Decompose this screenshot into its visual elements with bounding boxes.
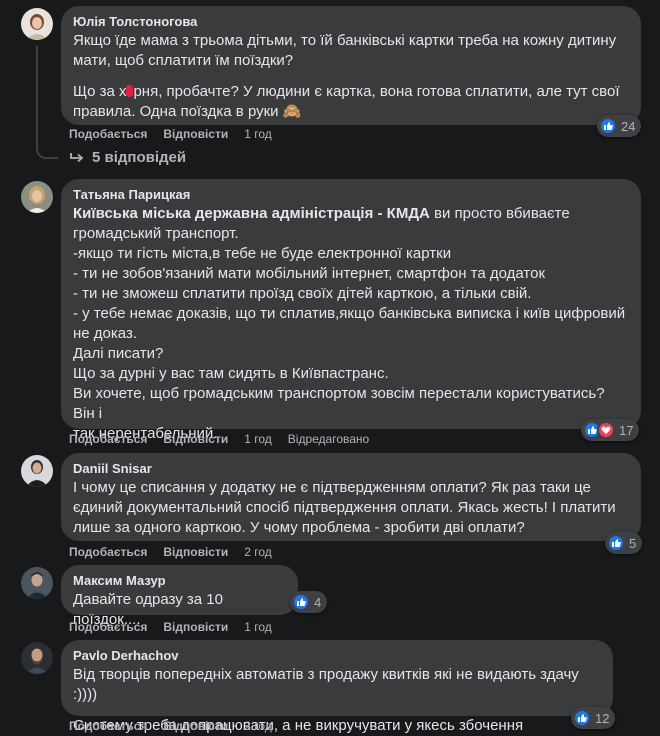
like-button[interactable]: Подобається bbox=[69, 620, 147, 634]
reaction-count[interactable]: 5 bbox=[605, 532, 643, 554]
reaction-number: 4 bbox=[314, 594, 322, 610]
edited-label[interactable]: Відредаговано bbox=[288, 432, 369, 446]
text-line: мати, щоб сплатити їм поїздки? bbox=[73, 52, 294, 69]
view-replies-link[interactable]: 5 відповідей bbox=[70, 149, 186, 166]
comment-bubble: Pavlo Derhachov Від творців попередніх а… bbox=[61, 640, 613, 734]
avatar[interactable] bbox=[21, 455, 53, 487]
reply-button[interactable]: Відповісти bbox=[163, 545, 228, 559]
comment-actions: Подобається Відповісти 1 год Відредаговано bbox=[69, 432, 385, 446]
reaction-count[interactable]: 24 bbox=[597, 115, 642, 137]
reaction-number: 17 bbox=[619, 422, 634, 438]
timestamp[interactable]: 2 год bbox=[244, 545, 272, 559]
reply-button[interactable]: Відповісти bbox=[163, 620, 228, 634]
timestamp[interactable]: 1 год bbox=[244, 620, 272, 634]
text-line: Що за дурні у вас там сидять в Київпастр… bbox=[73, 365, 389, 382]
text-line: Ви хочете, щоб громадським транспортом з… bbox=[73, 385, 605, 422]
text-line: Від творців попередніх автоматів з прода… bbox=[73, 666, 579, 703]
avatar[interactable] bbox=[21, 567, 53, 599]
comment-actions: Подобається Відповісти 1 год bbox=[69, 127, 288, 141]
text-line: - ти не зобов'язаний мати мобільний інте… bbox=[73, 265, 546, 282]
text-line: громадський транспорт. bbox=[73, 225, 239, 242]
like-icon bbox=[573, 709, 591, 727]
text-line: Якщо їде мама з трьома дітьми, то їй бан… bbox=[73, 32, 617, 49]
avatar[interactable] bbox=[21, 181, 53, 213]
reply-arrow-icon bbox=[70, 152, 84, 162]
reaction-count[interactable]: 17 bbox=[581, 419, 640, 441]
like-button[interactable]: Подобається bbox=[69, 545, 147, 559]
text-line: - у тебе немає доказів, що ти сплатив,як… bbox=[73, 305, 626, 322]
replies-label: 5 відповідей bbox=[92, 149, 187, 166]
text-line: - ти не зможеш сплатити проїзд своїх діт… bbox=[73, 285, 532, 302]
comment-author[interactable]: Юлія Толстоногова bbox=[73, 13, 629, 30]
timestamp[interactable]: 1 год bbox=[244, 127, 272, 141]
comment-text: Якщо їде мама з трьома дітьми, то їй бан… bbox=[73, 31, 629, 122]
reaction-number: 5 bbox=[629, 535, 637, 551]
reply-button[interactable]: Відповісти bbox=[163, 127, 228, 141]
text-line: Київська міська державна адміністрація -… bbox=[73, 204, 629, 224]
text-line: єдиний документальний спосіб підтверджен… bbox=[73, 499, 616, 516]
text-line: Далі писати? bbox=[73, 345, 164, 362]
reaction-number: 24 bbox=[621, 118, 636, 134]
comment-actions: Подобається Відповісти 2 год bbox=[69, 545, 288, 559]
timestamp[interactable]: 2 год bbox=[244, 719, 272, 733]
like-icon bbox=[599, 117, 617, 135]
like-button[interactable]: Подобається bbox=[69, 432, 147, 446]
comment-author[interactable]: Максим Мазур bbox=[73, 572, 286, 589]
comment-text: І чому це списання у додатку не є підтве… bbox=[73, 478, 629, 538]
like-icon bbox=[292, 593, 310, 611]
avatar[interactable] bbox=[21, 8, 53, 40]
text-line: не доказ. bbox=[73, 325, 137, 342]
comment-bubble: Юлія Толстоногова Якщо їде мама з трьома… bbox=[61, 6, 641, 125]
text-line: правила. Одна поїздка в руки 🙈 bbox=[73, 103, 302, 120]
reaction-number: 12 bbox=[595, 710, 610, 726]
comment-bubble: Татьяна Парицкая Київська міська державн… bbox=[61, 179, 641, 442]
timestamp[interactable]: 1 год bbox=[244, 432, 272, 446]
like-button[interactable]: Подобається bbox=[69, 719, 147, 733]
comment-bubble: Daniil Snisar І чому це списання у додат… bbox=[61, 453, 641, 541]
reply-button[interactable]: Відповісти bbox=[163, 432, 228, 446]
text-line: -якщо ти гість міста,в тебе не буде елек… bbox=[73, 245, 452, 262]
comment-bubble: Максим Мазур Давайте одразу за 10 поїздо… bbox=[61, 565, 298, 628]
avatar[interactable] bbox=[21, 642, 53, 674]
reaction-count[interactable]: 4 bbox=[290, 591, 328, 613]
text-fragment: ви просто вбиваєте bbox=[429, 205, 570, 222]
comment-author[interactable]: Daniil Snisar bbox=[73, 460, 629, 477]
reply-button[interactable]: Відповісти bbox=[163, 719, 228, 733]
text-line: Що за х рня, пробачте? У людини є картка,… bbox=[73, 82, 629, 102]
like-icon bbox=[607, 534, 625, 552]
comment-text: Київська міська державна адміністрація -… bbox=[73, 204, 629, 444]
text-fragment: Що за х bbox=[73, 83, 127, 100]
thread-line bbox=[36, 46, 58, 159]
comment-author[interactable]: Pavlo Derhachov bbox=[73, 647, 601, 664]
love-icon bbox=[597, 421, 615, 439]
comment-actions: Подобається Відповісти 1 год bbox=[69, 620, 288, 634]
reaction-count[interactable]: 12 bbox=[571, 707, 616, 729]
text-fragment: рня, пробачте? У людини є картка, вона г… bbox=[133, 83, 620, 100]
text-line: І чому це списання у додатку не є підтве… bbox=[73, 479, 591, 496]
like-button[interactable]: Подобається bbox=[69, 127, 147, 141]
comment-author[interactable]: Татьяна Парицкая bbox=[73, 186, 629, 203]
mention-link[interactable]: Київська міська державна адміністрація -… bbox=[73, 205, 430, 222]
text-line: лише за одного карткою. У чому проблема … bbox=[73, 519, 525, 536]
comment-actions: Подобається Відповісти 2 год bbox=[69, 719, 288, 733]
